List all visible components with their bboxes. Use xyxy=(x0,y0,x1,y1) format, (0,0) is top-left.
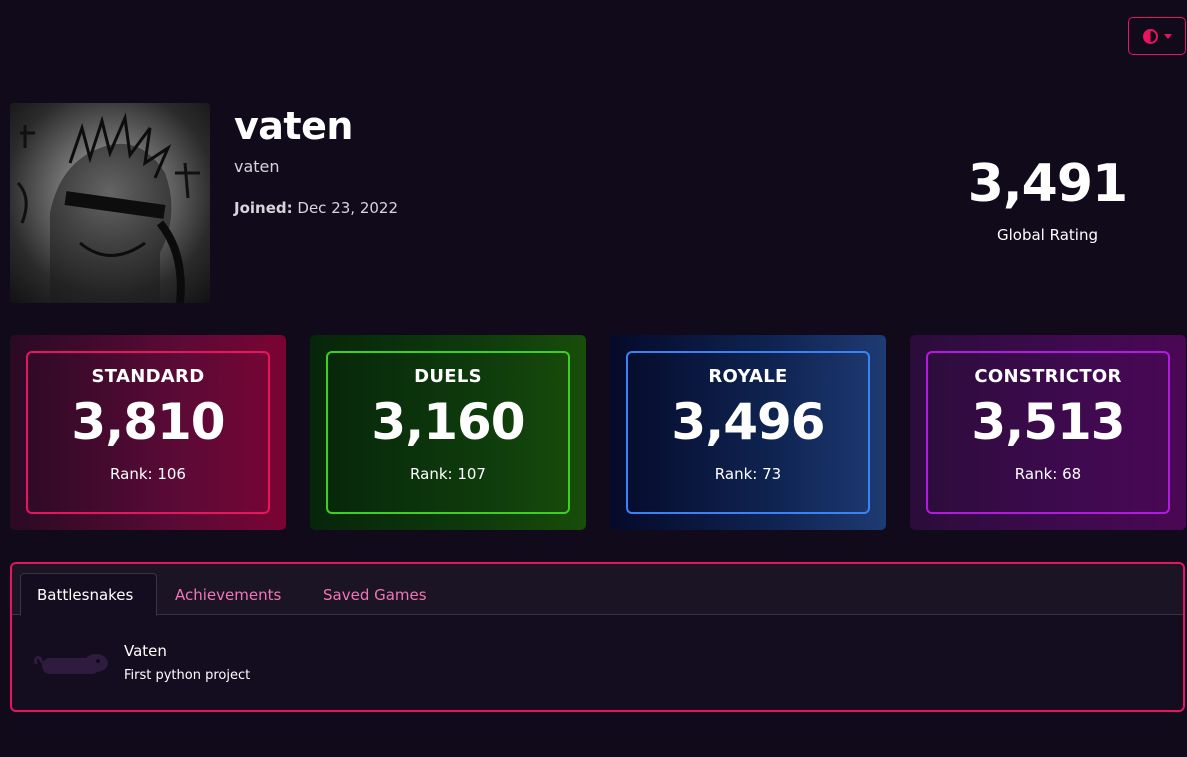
mode-card-constrictor: CONSTRICTOR 3,513 Rank: 68 xyxy=(910,335,1186,530)
mode-rating: 3,160 xyxy=(371,393,525,451)
global-rating-value: 3,491 xyxy=(967,154,1128,214)
theme-toggle-button[interactable] xyxy=(1128,17,1186,55)
tab-achievements[interactable]: Achievements xyxy=(159,573,297,616)
mode-card-standard: STANDARD 3,810 Rank: 106 xyxy=(10,335,286,530)
mode-rating: 3,496 xyxy=(671,393,825,451)
profile-display-name: vaten xyxy=(234,104,353,148)
profile-joined: Joined: Dec 23, 2022 xyxy=(234,199,398,217)
profile-username: vaten xyxy=(234,157,280,176)
mode-card-duels-inner: DUELS 3,160 Rank: 107 xyxy=(326,351,570,514)
tab-battlesnakes[interactable]: Battlesnakes xyxy=(20,573,157,616)
mode-card-royale: ROYALE 3,496 Rank: 73 xyxy=(610,335,886,530)
global-rating-label: Global Rating xyxy=(997,226,1098,244)
mode-name: STANDARD xyxy=(91,366,205,387)
joined-label: Joined: xyxy=(234,199,293,217)
mode-rating: 3,810 xyxy=(71,393,225,451)
avatar-image xyxy=(16,112,200,303)
avatar xyxy=(10,103,210,303)
profile-tabs-panel: Battlesnakes Achievements Saved Games Va… xyxy=(10,562,1185,712)
mode-rating: 3,513 xyxy=(971,393,1125,451)
mode-card-standard-inner: STANDARD 3,810 Rank: 106 xyxy=(26,351,270,514)
tab-saved-games[interactable]: Saved Games xyxy=(307,573,443,616)
mode-card-constrictor-inner: CONSTRICTOR 3,513 Rank: 68 xyxy=(926,351,1170,514)
snake-icon xyxy=(34,654,108,674)
mode-rank: Rank: 73 xyxy=(714,465,782,483)
caret-down-icon xyxy=(1163,33,1172,39)
snake-name[interactable]: Vaten xyxy=(124,642,167,660)
battlesnake-list-item[interactable]: Vaten First python project xyxy=(32,640,632,690)
mode-card-duels: DUELS 3,160 Rank: 107 xyxy=(310,335,586,530)
mode-rank: Rank: 68 xyxy=(1014,465,1082,483)
contrast-icon xyxy=(1142,28,1158,44)
mode-rank: Rank: 107 xyxy=(410,465,486,483)
profile-page: vaten vaten Joined: Dec 23, 2022 3,491 G… xyxy=(0,0,1187,757)
mode-name: DUELS xyxy=(414,366,482,387)
snake-description: First python project xyxy=(124,668,251,683)
global-rating: 3,491 Global Rating xyxy=(960,152,1135,244)
joined-date: Dec 23, 2022 xyxy=(297,199,398,217)
mode-name: CONSTRICTOR xyxy=(974,366,1122,387)
mode-name: ROYALE xyxy=(708,366,788,387)
tab-bar: Battlesnakes Achievements Saved Games xyxy=(12,564,1183,616)
mode-card-royale-inner: ROYALE 3,496 Rank: 73 xyxy=(626,351,870,514)
mode-rank: Rank: 106 xyxy=(110,465,186,483)
